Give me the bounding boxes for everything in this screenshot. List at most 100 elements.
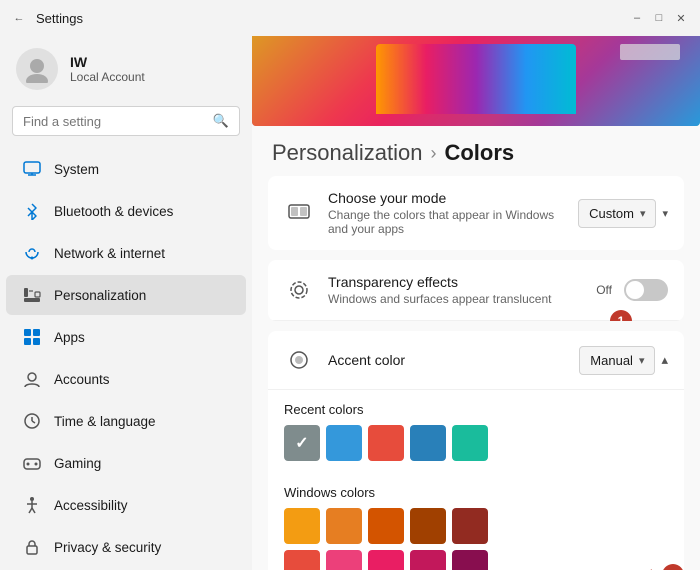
window-controls: – □ ✕ <box>630 11 688 25</box>
choose-mode-subtitle: Change the colors that appear in Windows… <box>328 208 564 236</box>
accounts-icon <box>22 369 42 389</box>
sidebar-item-personalization[interactable]: Personalization <box>6 275 246 315</box>
sidebar-item-accessibility-label: Accessibility <box>54 498 128 513</box>
time-icon <box>22 411 42 431</box>
user-name: IW <box>70 54 145 70</box>
transparency-control: Off <box>596 279 668 301</box>
windows-colors-row-1 <box>284 508 668 544</box>
transparency-toggle[interactable] <box>624 279 668 301</box>
choose-mode-section: Choose your mode Change the colors that … <box>268 176 684 250</box>
breadcrumb-parent[interactable]: Personalization <box>272 140 422 166</box>
chevron-down-icon-2: ▾ <box>639 354 645 367</box>
transparency-subtitle: Windows and surfaces appear translucent <box>328 292 582 306</box>
recent-swatch-4[interactable] <box>452 425 488 461</box>
sidebar-item-accessibility[interactable]: Accessibility <box>6 485 246 525</box>
breadcrumb: Personalization › Colors <box>252 126 700 176</box>
sidebar-item-network[interactable]: Network & internet <box>6 233 246 273</box>
apps-icon <box>22 327 42 347</box>
choose-mode-text: Choose your mode Change the colors that … <box>328 190 564 236</box>
sidebar-item-accounts-label: Accounts <box>54 372 110 387</box>
bluetooth-icon <box>22 201 42 221</box>
maximize-button[interactable]: □ <box>652 11 666 25</box>
sidebar-item-privacy-label: Privacy & security <box>54 540 161 555</box>
win-swatch-1-4[interactable] <box>452 550 488 570</box>
choose-mode-row: Choose your mode Change the colors that … <box>268 176 684 250</box>
gaming-icon <box>22 453 42 473</box>
sidebar: IW Local Account 🔍 System Bluetooth & de… <box>0 36 252 570</box>
accent-dropdown[interactable]: Manual ▾ <box>579 346 655 375</box>
win-swatch-1-3[interactable] <box>410 550 446 570</box>
transparency-text: Transparency effects Windows and surface… <box>328 274 582 306</box>
win-swatch-1-1[interactable] <box>326 550 362 570</box>
accent-color-section: Accent color Manual ▾ ▴ Recent colors <box>268 331 684 570</box>
win-swatch-0-2[interactable] <box>368 508 404 544</box>
sidebar-item-personalization-label: Personalization <box>54 288 146 303</box>
choose-mode-dropdown[interactable]: Custom ▾ <box>578 199 656 228</box>
accent-value: Manual <box>590 353 633 368</box>
expand-icon[interactable]: ▾ <box>662 207 668 220</box>
title-bar: ← Settings – □ ✕ <box>0 0 700 36</box>
accent-control[interactable]: Manual ▾ ▴ <box>579 346 668 375</box>
sidebar-item-network-label: Network & internet <box>54 246 165 261</box>
sidebar-item-bluetooth[interactable]: Bluetooth & devices <box>6 191 246 231</box>
accent-title: Accent color <box>328 352 565 368</box>
transparency-icon <box>284 275 314 305</box>
sidebar-item-time[interactable]: Time & language <box>6 401 246 441</box>
sidebar-item-apps[interactable]: Apps <box>6 317 246 357</box>
close-button[interactable]: ✕ <box>674 11 688 25</box>
main-content: Personalization › Colors Choose your mod… <box>252 36 700 570</box>
breadcrumb-separator: › <box>430 143 436 164</box>
transparency-title: Transparency effects <box>328 274 582 290</box>
win-swatch-0-0[interactable] <box>284 508 320 544</box>
sidebar-item-system[interactable]: System <box>6 149 246 189</box>
sidebar-item-time-label: Time & language <box>54 414 156 429</box>
sidebar-item-system-label: System <box>54 162 99 177</box>
sidebar-nav: System Bluetooth & devices Network & int… <box>0 148 252 570</box>
sidebar-item-gaming[interactable]: Gaming <box>6 443 246 483</box>
personalization-icon <box>22 285 42 305</box>
accent-icon <box>284 345 314 375</box>
toggle-off-label: Off <box>596 283 612 297</box>
recent-swatch-3[interactable] <box>410 425 446 461</box>
windows-colors-row-2 <box>284 550 668 570</box>
win-swatch-0-1[interactable] <box>326 508 362 544</box>
choose-mode-value: Custom <box>589 206 634 221</box>
system-icon <box>22 159 42 179</box>
transparency-section: Transparency effects Windows and surface… <box>268 260 684 321</box>
accent-text: Accent color <box>328 352 565 368</box>
sidebar-item-privacy[interactable]: Privacy & security <box>6 527 246 567</box>
windows-colors-label: Windows colors <box>268 473 684 508</box>
sidebar-item-apps-label: Apps <box>54 330 85 345</box>
avatar <box>16 48 58 90</box>
chevron-down-icon: ▾ <box>640 207 646 220</box>
search-icon: 🔍 <box>213 113 229 129</box>
choose-mode-control[interactable]: Custom ▾ ▾ <box>578 199 668 228</box>
user-profile[interactable]: IW Local Account <box>0 36 252 106</box>
minimize-button[interactable]: – <box>630 11 644 25</box>
search-bar[interactable]: 🔍 <box>12 106 240 136</box>
recent-colors-swatches <box>268 425 684 473</box>
user-account: Local Account <box>70 70 145 84</box>
recent-colors-label: Recent colors <box>268 390 684 425</box>
win-swatch-0-4[interactable] <box>452 508 488 544</box>
breadcrumb-current: Colors <box>444 140 514 166</box>
sidebar-item-gaming-label: Gaming <box>54 456 101 471</box>
win-swatch-1-0[interactable] <box>284 550 320 570</box>
choose-mode-title: Choose your mode <box>328 190 564 206</box>
back-button[interactable]: ← <box>12 11 26 25</box>
sidebar-item-bluetooth-label: Bluetooth & devices <box>54 204 173 219</box>
search-input[interactable] <box>23 114 205 129</box>
mode-icon <box>284 198 314 228</box>
recent-swatch-0[interactable] <box>284 425 320 461</box>
accessibility-icon <box>22 495 42 515</box>
win-swatch-0-3[interactable] <box>410 508 446 544</box>
header-preview-image <box>252 36 700 126</box>
app-title: Settings <box>36 11 83 26</box>
network-icon <box>22 243 42 263</box>
recent-swatch-1[interactable] <box>326 425 362 461</box>
sidebar-item-accounts[interactable]: Accounts <box>6 359 246 399</box>
recent-swatch-2[interactable] <box>368 425 404 461</box>
accent-header-row: Accent color Manual ▾ ▴ <box>268 331 684 390</box>
win-swatch-1-2[interactable] <box>368 550 404 570</box>
collapse-icon[interactable]: ▴ <box>661 352 668 368</box>
